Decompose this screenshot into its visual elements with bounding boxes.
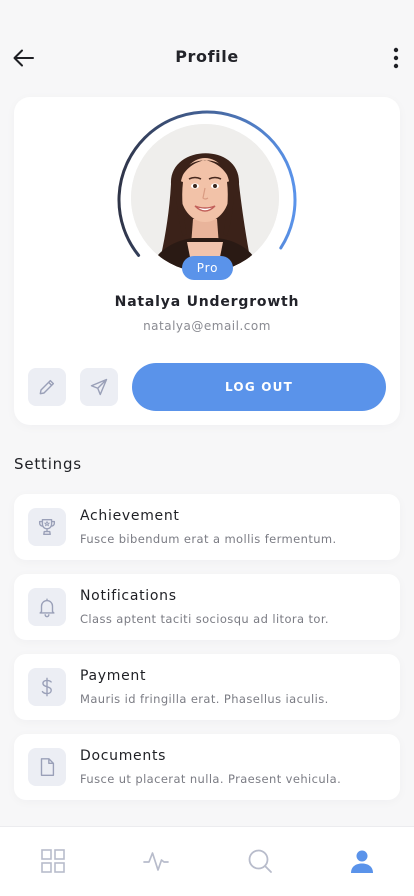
- logout-button[interactable]: LOG OUT: [132, 363, 386, 411]
- profile-card: Pro Natalya Undergrowth natalya@email.co…: [14, 97, 400, 425]
- more-options-button[interactable]: [384, 42, 408, 74]
- settings-item-achievement[interactable]: Achievement Fusce bibendum erat a mollis…: [14, 494, 400, 560]
- user-icon: [351, 850, 373, 873]
- item-title: Documents: [80, 748, 167, 764]
- item-title: Achievement: [80, 508, 180, 524]
- settings-item-payment[interactable]: Payment Mauris id fringilla erat. Phasel…: [14, 654, 400, 720]
- settings-item-notifications[interactable]: Notifications Class aptent taciti socios…: [14, 574, 400, 640]
- item-description: Fusce bibendum erat a mollis fermentum.: [80, 532, 337, 546]
- item-icon-box: [28, 748, 66, 786]
- item-title: Payment: [80, 668, 147, 684]
- item-icon-box: [28, 588, 66, 626]
- item-title: Notifications: [80, 588, 177, 604]
- grid-icon: [41, 849, 65, 873]
- bottom-navigation: [0, 826, 414, 896]
- trophy-icon: [38, 518, 56, 536]
- user-email: natalya@email.com: [143, 319, 271, 333]
- settings-heading: Settings: [14, 455, 82, 473]
- nav-item-profile[interactable]: [348, 847, 376, 875]
- item-description: Mauris id fringilla erat. Phasellus iacu…: [80, 692, 329, 706]
- pro-badge: Pro: [182, 256, 233, 280]
- more-vertical-icon: [393, 47, 399, 69]
- nav-item-activity[interactable]: [142, 847, 170, 875]
- dollar-icon: [41, 677, 52, 697]
- item-description: Fusce ut placerat nulla. Praesent vehicu…: [80, 772, 342, 786]
- edit-profile-button[interactable]: [28, 368, 66, 406]
- page-title: Profile: [175, 47, 239, 66]
- item-description: Class aptent taciti sociosqu ad litora t…: [80, 612, 329, 626]
- pencil-icon: [39, 379, 55, 395]
- user-name: Natalya Undergrowth: [114, 294, 300, 310]
- user-photo: [131, 124, 279, 272]
- item-icon-box: [28, 668, 66, 706]
- profile-screen: Profile Pro Natalya Undergrowth natalya@…: [0, 0, 414, 896]
- avatar: [131, 124, 279, 272]
- bell-icon: [39, 598, 55, 618]
- activity-icon: [143, 852, 169, 871]
- item-icon-box: [28, 508, 66, 546]
- nav-item-home[interactable]: [39, 847, 67, 875]
- settings-item-documents[interactable]: Documents Fusce ut placerat nulla. Praes…: [14, 734, 400, 800]
- nav-item-search[interactable]: [246, 847, 274, 875]
- send-icon: [90, 378, 108, 396]
- document-icon: [40, 758, 55, 776]
- share-profile-button[interactable]: [80, 368, 118, 406]
- top-header: Profile: [0, 36, 414, 80]
- search-icon: [248, 849, 272, 873]
